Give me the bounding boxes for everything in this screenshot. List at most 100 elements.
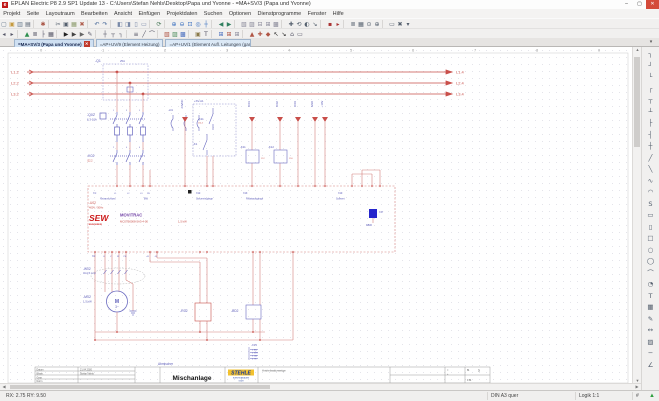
main-switch-box[interactable] [103,64,148,100]
corner-tr-icon[interactable]: ┐ [645,49,657,61]
menu-seite[interactable]: Seite [24,11,43,17]
schematic-text: -K11 [240,145,246,149]
stehle-logo-background [228,370,254,376]
menu-fenster[interactable]: Fenster [304,11,329,17]
angle-icon[interactable]: ∠ [645,360,657,372]
schematic-text: 1 BN [252,350,257,352]
schematic-text: U [103,256,105,258]
schematic-text: L1.4 [456,70,465,75]
motor-symbol[interactable] [107,291,137,315]
schematic-text: X17 [379,211,384,214]
menu-suchen[interactable]: Suchen [201,11,226,17]
schematic-text: X12: [196,192,201,195]
toolbar-separator [320,20,325,28]
pencil-icon[interactable]: ✎ [645,314,657,326]
schematic-text: X13: [243,192,248,195]
schematic-text: 3~ [115,305,119,309]
schematic-text: -X15 [251,343,257,347]
schematic-text: 4 YE [252,359,257,361]
schematic-text: GND [310,101,314,107]
rect2-icon[interactable]: ▯ [645,222,657,234]
t-down-icon[interactable]: ┬ [645,95,657,107]
schematic-canvas[interactable]: 0123456789 [0,47,632,383]
menu-projekt[interactable]: Projekt [0,11,24,17]
schematic-text: Sollwert [336,198,345,201]
frequency-inverter-box[interactable] [88,185,395,253]
corner-br-icon[interactable]: ┘ [645,61,657,73]
spline-icon[interactable]: S [645,199,657,211]
cross-icon[interactable]: ┼ [645,141,657,153]
line2-icon[interactable]: ╲ [645,164,657,176]
corner-tl-icon[interactable]: ┌ [645,84,657,96]
menu-einfügen[interactable]: Einfügen [135,11,163,17]
schematic-text: L1 [114,193,117,195]
eplan-window: { "colors":{"accent_red":"#c8524c","sche… [0,0,659,400]
menu-hilfe[interactable]: Hilfe [329,11,346,17]
rect-icon[interactable]: ▭ [645,210,657,222]
horizontal-scroll-thumb[interactable] [10,385,270,389]
t-left-icon[interactable]: ┤ [645,130,657,142]
circle-icon[interactable]: ○ [645,245,657,257]
motor-breaker-symbol[interactable] [100,112,146,142]
menu-bearbeiten[interactable]: Bearbeiten [78,11,111,17]
schematic-text: Abmischer [158,362,174,366]
vertical-scroll-thumb[interactable] [634,57,640,147]
minimize-button[interactable]: – [620,0,633,9]
schematic-text: MOVITRAC [120,213,142,218]
text-tool-icon[interactable]: T [645,291,657,303]
schematic-text: /2.2 [261,158,265,160]
schematic-text: 1,5 kW [83,300,92,304]
indicator-square [369,209,377,218]
ruler-digit: 5 [350,48,353,53]
schematic-text: 24VDC [180,99,184,108]
hatch-icon[interactable]: ▨ [645,337,657,349]
arc2-icon[interactable]: ⌒ [645,268,657,280]
menu-projektdaten[interactable]: Projektdaten [163,11,200,17]
control-wires [182,117,328,186]
toolbar-separator [281,20,286,28]
menu-ansicht[interactable]: Ansicht [111,11,135,17]
schematic-text: Datum [37,369,44,372]
schematic-text: L2.4 [456,81,465,86]
image-icon[interactable]: ▦ [645,302,657,314]
ellipse-icon[interactable]: ◯ [645,256,657,268]
connection-update-icon[interactable]: ▲ [646,392,659,400]
schematic-text: DI02 [275,101,279,107]
line-icon[interactable]: ╱ [645,153,657,165]
brake-rectifier-symbol[interactable] [246,305,261,319]
schematic-text: L3.4 [456,92,465,97]
arc-icon[interactable]: ◠ [645,187,657,199]
dimension-icon[interactable]: ↔ [645,325,657,337]
maximize-button[interactable]: ▢ [633,0,646,9]
tab-overflow-button[interactable]: ▾ [646,39,656,46]
relay-coils[interactable] [246,150,287,163]
schematic-text: -R02 [180,309,188,313]
control-box[interactable] [193,104,236,156]
brake-resistor-symbol[interactable] [195,303,211,321]
corner-bl-icon[interactable]: └ [645,72,657,84]
schematic-text: -R [155,256,158,258]
scroll-left-icon[interactable]: ◀ [0,384,8,389]
toolbar-separator [126,30,131,38]
schematic-text: X1: [93,192,97,195]
menu-layoutraum[interactable]: Layoutraum [42,11,77,17]
close-button[interactable]: ✕ [646,0,659,9]
t-right-icon[interactable]: ├ [645,118,657,130]
schematic-text: M [115,299,119,305]
sector-icon[interactable]: ◔ [645,279,657,291]
ruler-icon[interactable]: ─ [645,348,657,360]
menu-dienstprogramme[interactable]: Dienstprogramme [254,11,304,17]
menu-optionen[interactable]: Optionen [226,11,255,17]
polyline-icon[interactable]: ∿ [645,176,657,188]
t-up-icon[interactable]: ┴ [645,107,657,119]
menu-bar: ProjektSeiteLayoutraumBearbeitenAnsichtE… [0,9,659,18]
scroll-right-icon[interactable]: ▶ [633,384,641,389]
graphics-tool-palette: ┐┘└┌┬┴├┤┼╱╲∿◠S▭▯□○◯⌒◔T▦✎↔▨─∠ [641,47,659,390]
square-icon[interactable]: □ [645,233,657,245]
schematic-text: V [110,256,112,258]
ruler-digit: 1 [102,48,105,53]
schematic-text: PE [124,256,127,258]
schematic-text: EURODRIVE [89,224,103,226]
contactor-symbol[interactable] [110,150,146,165]
schematic-text: Bearb. [37,373,44,376]
